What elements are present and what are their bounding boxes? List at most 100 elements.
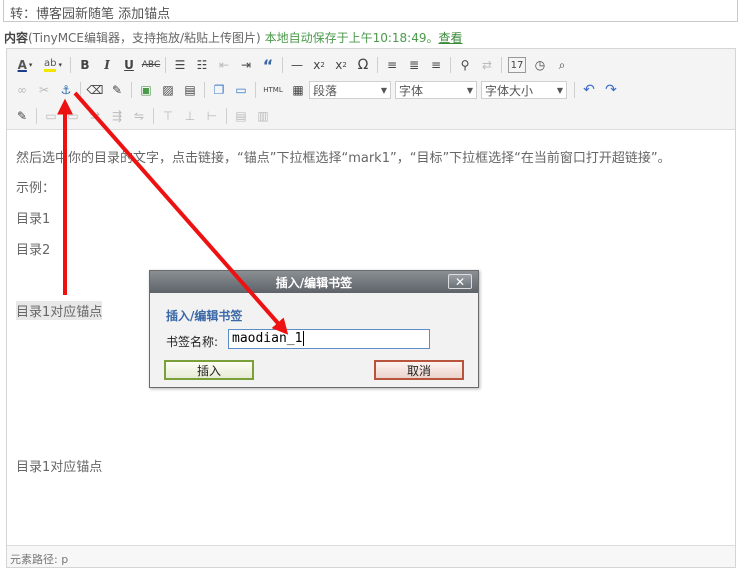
insert-col-icon[interactable]: ⊥ [179,106,201,126]
unordered-list-icon[interactable]: ☰ [169,55,191,75]
toc-item-2: 目录2 [16,243,51,258]
redo-icon[interactable]: ↷ [600,80,622,100]
chevron-down-icon: ▼ [466,85,473,95]
toolbar-divider [165,57,166,73]
bookmark-name-label: 书签名称: [166,335,219,349]
toolbar-divider [226,108,227,124]
toolbar-divider [501,57,502,73]
element-path: 元素路径: p [10,553,69,566]
omega-icon[interactable]: Ω [352,55,374,75]
table-icon[interactable]: ▭ [40,106,62,126]
status-bar: 元素路径: p [7,545,735,567]
close-button[interactable]: ✕ [448,274,472,289]
toolbar-divider [450,57,451,73]
content-label: 内容(TinyMCE编辑器，支持拖放/粘贴上传图片) 本地自动保存于上午10:1… [4,29,463,46]
table-merge-icon[interactable]: ⇋ [128,106,150,126]
font-color-icon[interactable]: A ▾ [11,55,39,75]
bookmark-name-input[interactable]: maodian_1 [228,329,430,349]
chevron-down-icon: ▼ [556,85,563,95]
html-icon[interactable]: HTML [259,80,287,100]
font-size-select-value: 字体大小 [485,83,534,98]
bold-icon[interactable]: B [74,55,96,75]
font-select-value: 字体 [399,83,424,98]
fullscreen-icon[interactable]: ▦ [287,80,309,100]
align-right-icon[interactable]: ≡ [425,55,447,75]
ordered-list-icon[interactable]: ☷ [191,55,213,75]
cell-props-icon[interactable]: ▤ [230,106,252,126]
anchor-target-selected: 目录1对应锚点 [16,301,103,320]
font-select[interactable]: 字体 ▼ [395,81,477,99]
edit-icon[interactable]: ✎ [11,106,33,126]
time-icon[interactable]: ◷ [529,55,551,75]
dialog-title-bar: 插入/编辑书签 ✕ [150,271,478,293]
replace-icon[interactable]: ⇄ [476,55,498,75]
toolbar-divider [255,82,256,98]
toolbar-divider [574,82,575,98]
toolbar-row-2: ∞ ✂ ⚓ ⌫ ✎ ▣ ▨ ▤ ❐ ▭ HTML ▦ 段落 ▼ 字体 ▼ 字体大小 ▼… [11,78,622,102]
anchor-target-text: 目录1对应锚点 [16,460,103,475]
bookmark-dialog: 插入/编辑书签 ✕ 插入/编辑书签 书签名称: maodian_1 插入 取消 [149,270,479,388]
strikethrough-icon[interactable]: ABC [140,55,162,75]
format-select-value: 段落 [313,83,338,98]
table-col-icon[interactable]: ⇉ [84,106,106,126]
toolbar-divider [36,108,37,124]
paste-icon[interactable]: ▭ [230,80,252,100]
media-icon[interactable]: ▤ [179,80,201,100]
unlink-icon[interactable]: ✂ [33,80,55,100]
insert-button[interactable]: 插入 [164,360,254,380]
chevron-down-icon: ▼ [380,85,387,95]
date-icon[interactable]: 17 [508,57,526,73]
toc-item-1: 目录1 [16,212,51,227]
highlight-color-icon[interactable]: ab ▾ [39,55,67,75]
font-size-select[interactable]: 字体大小 ▼ [481,81,567,99]
anchor-icon[interactable]: ⚓ [55,80,77,100]
horizontal-rule-icon[interactable]: — [286,55,308,75]
copy-icon[interactable]: ❐ [208,80,230,100]
indent-icon[interactable]: ⇥ [235,55,257,75]
dialog-title: 插入/编辑书签 [275,275,353,290]
align-left-icon[interactable]: ≡ [381,55,403,75]
title-input[interactable]: 转：博客园新随笔 添加锚点 [3,0,738,22]
cleanup-icon[interactable]: ✎ [106,80,128,100]
cancel-button[interactable]: 取消 [374,360,464,380]
table-split-icon[interactable]: ⇶ [106,106,128,126]
editor-toolbar: A ▾ ab ▾ B I U ABC ☰ ☷ ⇤ ⇥ “ — x2 x2 Ω ≡ ≣… [7,49,735,130]
view-autosave-link[interactable]: 查看 [438,31,462,45]
toolbar-divider [377,57,378,73]
outdent-icon[interactable]: ⇤ [213,55,235,75]
superscript-icon[interactable]: x2 [330,55,352,75]
image-icon[interactable]: ▨ [157,80,179,100]
underline-icon[interactable]: U [118,55,140,75]
toolbar-divider [153,108,154,124]
undo-icon[interactable]: ↶ [578,80,600,100]
content-label-prefix: 内容 [4,31,29,45]
insert-row-icon[interactable]: ⊤ [157,106,179,126]
image-upload-icon[interactable]: ▣ [135,80,157,100]
toolbar-row-1: A ▾ ab ▾ B I U ABC ☰ ☷ ⇤ ⇥ “ — x2 x2 Ω ≡ ≣… [11,53,573,77]
align-center-icon[interactable]: ≣ [403,55,425,75]
eraser-icon[interactable]: ⌫ [84,80,106,100]
toolbar-divider [70,57,71,73]
format-select[interactable]: 段落 ▼ [309,81,391,99]
link-icon[interactable]: ∞ [11,80,33,100]
table-row-icon[interactable]: ▭ [62,106,84,126]
toolbar-divider [131,82,132,98]
preview-icon[interactable]: ⌕ [551,55,573,75]
toolbar-divider [204,82,205,98]
dialog-heading: 插入/编辑书签 [166,309,243,323]
subscript-icon[interactable]: x2 [308,55,330,75]
bookmark-name-value: maodian_1 [232,331,303,346]
content-label-desc: (TinyMCE编辑器，支持拖放/粘贴上传图片) [28,31,261,45]
autosave-status: 本地自动保存于上午10:18:49。 [264,31,439,45]
blockquote-icon[interactable]: “ [257,55,279,75]
toolbar-divider [80,82,81,98]
italic-icon[interactable]: I [96,55,118,75]
example-text: 示例： [16,181,56,196]
toolbar-divider [282,57,283,73]
delete-col-icon[interactable]: ⊢ [201,106,223,126]
close-icon: ✕ [454,274,466,289]
instruction-text: 然后选中你的目录的文字，点击链接，“锚点”下拉框选择“mark1”，“目标”下拉… [16,151,671,166]
row-props-icon[interactable]: ▥ [252,106,274,126]
find-icon[interactable]: ⚲ [454,55,476,75]
toolbar-row-3: ✎ ▭ ▭ ⇉ ⇶ ⇋ ⊤ ⊥ ⊢ ▤ ▥ [11,104,274,128]
